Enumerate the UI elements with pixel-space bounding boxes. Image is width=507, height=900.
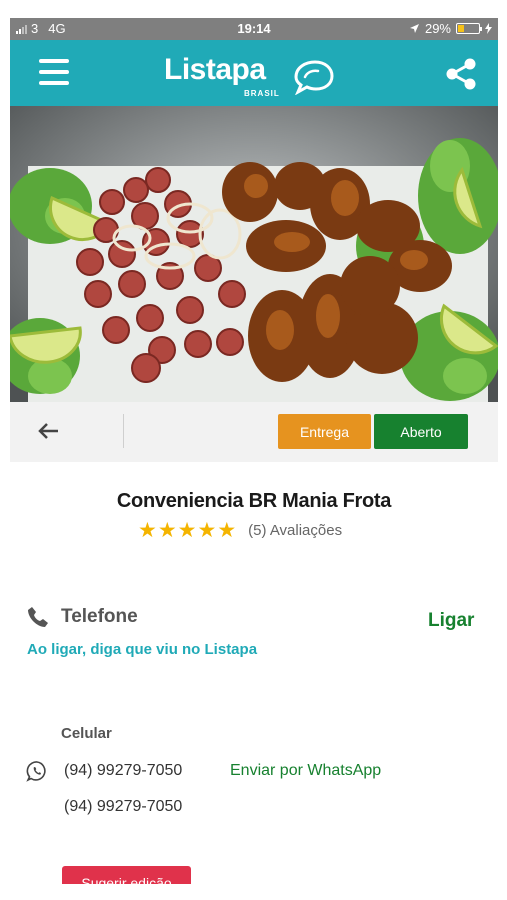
whatsapp-link[interactable]: Enviar por WhatsApp: [230, 762, 381, 780]
telefone-label: Telefone: [61, 606, 138, 627]
star-icon: ★: [197, 519, 217, 542]
business-photo: [10, 106, 498, 402]
status-right: 29%: [409, 21, 492, 36]
star-icon: ★: [138, 519, 157, 542]
whatsapp-icon: [26, 761, 46, 782]
star-icon: ★: [217, 519, 237, 542]
logo-text: Listapa: [164, 53, 266, 86]
battery-icon: [456, 23, 482, 34]
share-icon[interactable]: [444, 57, 478, 91]
rating-stars: ★ ★ ★ ★ ★: [138, 520, 236, 541]
rating-count: (5) Avaliações: [248, 522, 343, 539]
arrow-left-icon[interactable]: [34, 419, 64, 443]
action-bar: Entrega Aberto: [10, 402, 498, 462]
status-bar: 3 4G 19:14 29%: [10, 18, 498, 40]
app-screen: 3 4G 19:14 29% Listapa BRASIL Entrega Ab…: [10, 0, 507, 900]
entrega-badge[interactable]: Entrega: [278, 414, 371, 449]
battery-percent: 29%: [424, 21, 451, 36]
divider: [123, 414, 124, 448]
phone-icon: [28, 607, 48, 627]
charging-bolt-icon: [485, 23, 492, 34]
ligar-button[interactable]: Ligar: [428, 610, 474, 632]
hamburger-icon[interactable]: [39, 59, 69, 85]
celular-label: Celular: [61, 725, 112, 742]
phone-number[interactable]: (94) 99279-7050: [64, 798, 182, 816]
star-icon: ★: [157, 519, 177, 542]
food-plate-image: [10, 106, 498, 402]
listapa-logo[interactable]: Listapa BRASIL: [164, 53, 334, 98]
rating[interactable]: ★ ★ ★ ★ ★ (5) Avaliações: [138, 520, 342, 541]
chat-bubble-logo-icon: [294, 60, 334, 95]
business-name: Conveniencia BR Mania Frota: [116, 490, 392, 512]
call-hint: Ao ligar, diga que viu no Listapa: [27, 641, 258, 658]
aberto-badge[interactable]: Aberto: [374, 414, 468, 449]
logo-subtitle: BRASIL: [244, 89, 280, 98]
star-icon: ★: [177, 519, 197, 542]
phone-number[interactable]: (94) 99279-7050: [64, 762, 182, 780]
location-arrow-icon: [409, 24, 419, 33]
app-header: Listapa BRASIL: [10, 40, 498, 106]
viewport-cutoff: [10, 884, 507, 900]
